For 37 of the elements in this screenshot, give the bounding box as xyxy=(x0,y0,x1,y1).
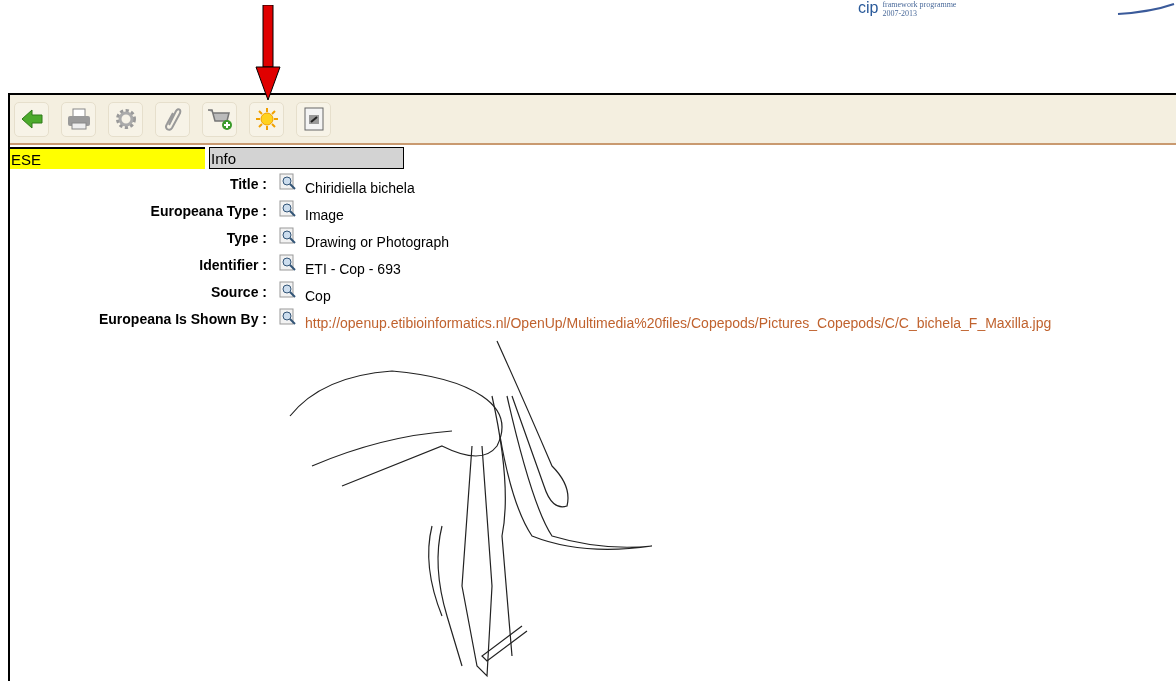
magnifier-icon[interactable] xyxy=(279,308,297,326)
printer-icon xyxy=(66,108,91,130)
attach-button[interactable] xyxy=(155,101,190,137)
field-label: Source : xyxy=(210,283,267,302)
paperclip-icon xyxy=(163,107,182,131)
field-value: Image xyxy=(305,206,344,225)
tab[interactable]: ESE xyxy=(10,147,205,169)
logo-mark: cip xyxy=(858,0,879,16)
field-value: Drawing or Photograph xyxy=(305,233,449,252)
magnifier-icon[interactable] xyxy=(279,173,297,191)
field-label: Europeana Type : xyxy=(149,202,267,221)
back-button[interactable] xyxy=(14,101,49,137)
field-label: Europeana Is Shown By : xyxy=(97,310,267,329)
settings-icon xyxy=(113,107,138,131)
magnifier-icon[interactable] xyxy=(279,281,297,299)
field-value: ETI - Cop - 693 xyxy=(305,260,401,279)
field-label: Type : xyxy=(225,229,267,248)
print-button[interactable] xyxy=(61,101,96,137)
field-label: Title : xyxy=(228,175,267,194)
document-tool-button[interactable] xyxy=(296,101,331,137)
document-wrench-icon xyxy=(303,107,324,131)
logo-caption: framework programme xyxy=(882,0,957,9)
settings-button[interactable] xyxy=(108,101,143,137)
magnifier-icon[interactable] xyxy=(279,200,297,218)
highlight-button[interactable] xyxy=(249,101,284,137)
tab[interactable]: Info xyxy=(209,147,404,169)
magnifier-icon[interactable] xyxy=(279,227,297,245)
cart-add-icon xyxy=(206,107,233,131)
logo-caption: 2007-2013 xyxy=(882,9,919,18)
field-label: Identifier : xyxy=(198,256,267,275)
back-arrow-icon xyxy=(20,109,43,129)
field-value: Chiridiella bichela xyxy=(305,179,415,198)
add-to-cart-button[interactable] xyxy=(202,101,237,137)
sun-icon xyxy=(254,107,279,131)
link[interactable]: http://openup.etibioinformatics.nl/OpenUp/Multimedia%20files/Copepods/Pictures_Copepods/C/C_bichela_F_Maxilla.jpg xyxy=(305,312,1052,335)
field-value: Cop xyxy=(305,287,331,306)
magnifier-icon[interactable] xyxy=(279,254,297,272)
